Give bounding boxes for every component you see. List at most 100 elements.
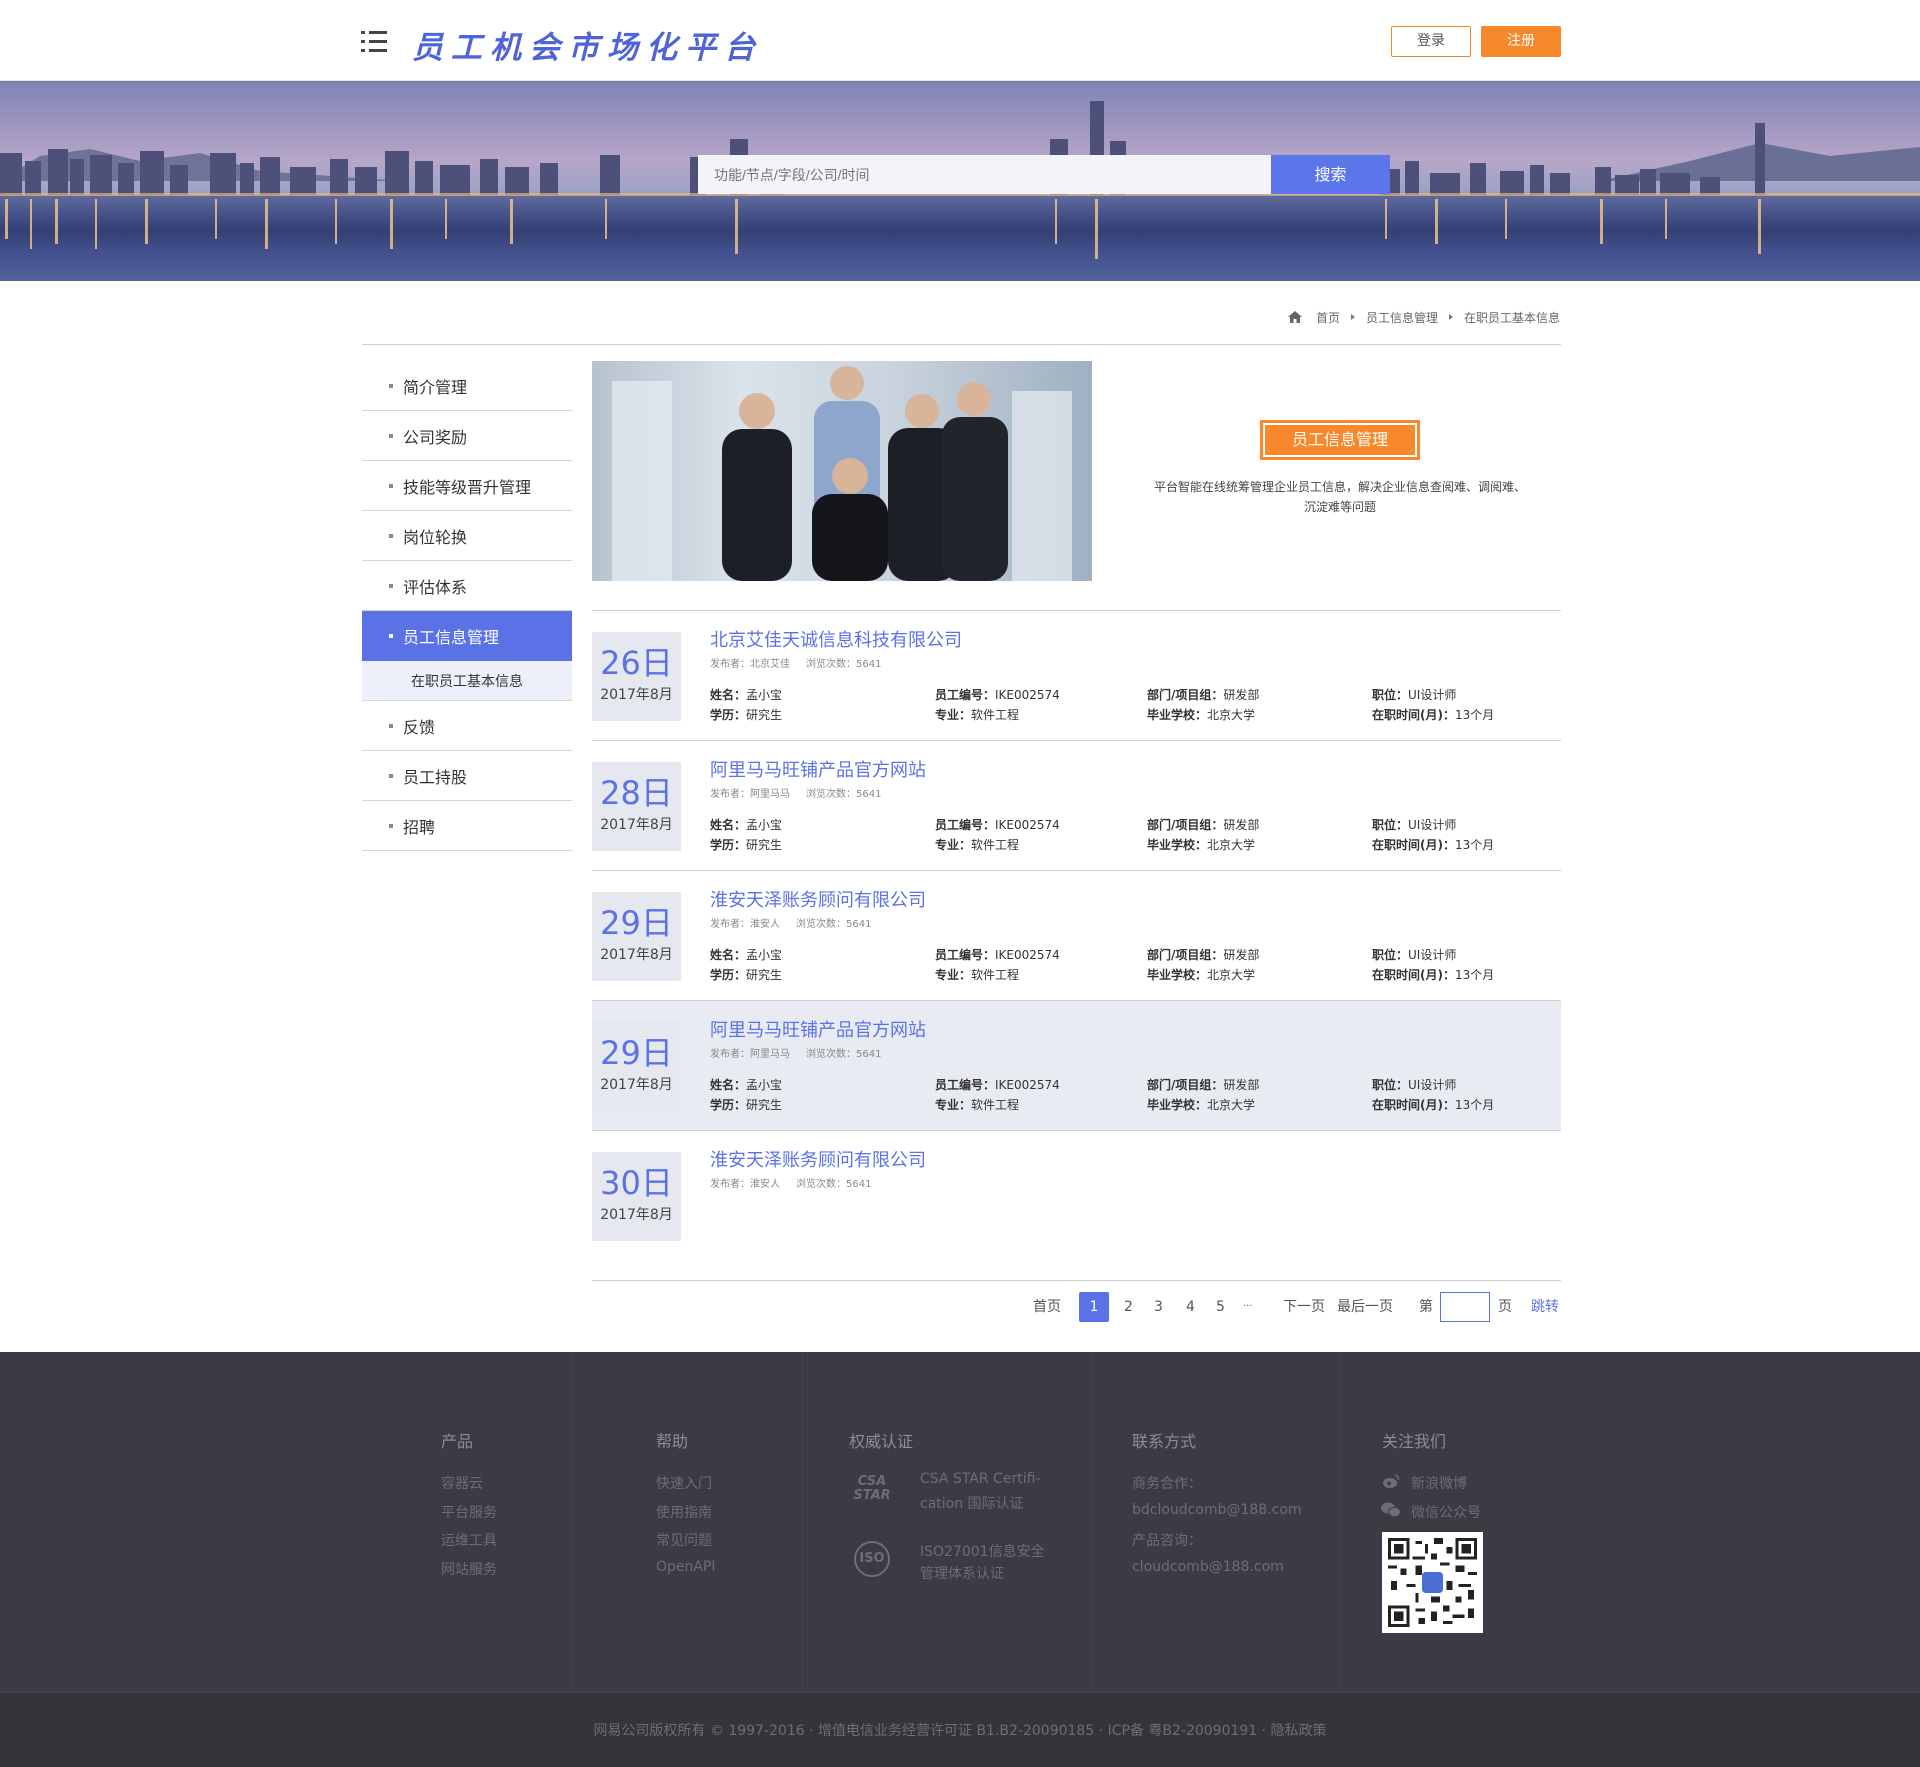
- field-label: 在职时间(月)：: [1372, 708, 1455, 722]
- employee-info-button[interactable]: 员工信息管理: [1260, 420, 1420, 460]
- sidebar-item-intro[interactable]: 简介管理: [362, 361, 572, 411]
- news-title[interactable]: 淮安天泽账务顾问有限公司: [710, 1146, 926, 1172]
- register-button[interactable]: 注册: [1481, 26, 1561, 57]
- footer-link[interactable]: 平台服务: [441, 1502, 497, 1522]
- page-number-input[interactable]: [1440, 1292, 1490, 1322]
- footer-link[interactable]: 常见问题: [656, 1530, 712, 1550]
- field-value: 北京大学: [1207, 1098, 1256, 1112]
- field-value: 研究生: [746, 708, 783, 722]
- bullet-icon: [389, 823, 393, 828]
- field-edu: 学历：研究生: [710, 1096, 782, 1113]
- page-next[interactable]: 下一页: [1283, 1292, 1325, 1322]
- field-label: 职位：: [1372, 688, 1409, 702]
- sidebar-item-recruit[interactable]: 招聘: [362, 801, 572, 851]
- field-dept: 部门/项目组：研发部: [1147, 816, 1259, 833]
- news-item[interactable]: 29日 2017年8月 淮安天泽账务顾问有限公司 发布者：淮安人 浏览次数：5641 姓名…: [592, 871, 1561, 1001]
- news-title[interactable]: 阿里马马旺铺产品官方网站: [710, 1016, 926, 1042]
- sidebar-item-shares[interactable]: 员工持股: [362, 751, 572, 801]
- bullet-icon: [389, 533, 393, 538]
- weibo-icon[interactable]: [1382, 1474, 1400, 1489]
- field-tenure: 在职时间(月)：13个月: [1372, 966, 1494, 983]
- field-value: 软件工程: [971, 968, 1020, 982]
- page-1[interactable]: 1: [1079, 1292, 1109, 1322]
- breadcrumb-employee-info[interactable]: 员工信息管理: [1366, 309, 1438, 326]
- field-value: 北京大学: [1207, 838, 1256, 852]
- field-dept: 部门/项目组：研发部: [1147, 1076, 1259, 1093]
- field-label: 部门/项目组：: [1147, 688, 1224, 702]
- field-id: 员工编号：IKE002574: [935, 946, 1060, 963]
- page-3[interactable]: 3: [1154, 1292, 1163, 1322]
- menu-icon[interactable]: [361, 29, 387, 55]
- field-value: 研究生: [746, 838, 783, 852]
- news-item[interactable]: 29日 2017年8月 阿里马马旺铺产品官方网站 发布者：阿里马马 浏览次数：5641 姓…: [592, 1001, 1561, 1131]
- news-item[interactable]: 28日 2017年8月 阿里马马旺铺产品官方网站 发布者：阿里马马 浏览次数：5641 姓…: [592, 741, 1561, 871]
- sidebar-subitem-current-employees[interactable]: 在职员工基本信息: [362, 661, 572, 701]
- search-input[interactable]: [698, 155, 1271, 194]
- field-value: 北京大学: [1207, 968, 1256, 982]
- field-major: 专业：软件工程: [935, 706, 1019, 723]
- search-button[interactable]: 搜索: [1271, 155, 1390, 194]
- wechat-icon[interactable]: [1381, 1502, 1401, 1518]
- bullet-icon: [389, 723, 393, 728]
- contact-email[interactable]: bdcloudcomb@188.com: [1132, 1502, 1302, 1518]
- field-tenure: 在职时间(月)：13个月: [1372, 836, 1494, 853]
- sidebar-item-employee-info[interactable]: 员工信息管理: [362, 611, 572, 661]
- news-publisher: 发布者：淮安人: [710, 919, 780, 930]
- bullet-icon: [389, 634, 393, 638]
- footer-link[interactable]: 网站服务: [441, 1559, 497, 1579]
- date-badge: 28日 2017年8月: [592, 762, 681, 851]
- field-name: 姓名：孟小宝: [710, 686, 782, 703]
- sidebar-item-evaluation[interactable]: 评估体系: [362, 561, 572, 611]
- page-5[interactable]: 5: [1216, 1292, 1225, 1322]
- footer-link[interactable]: 使用指南: [656, 1502, 712, 1522]
- field-edu: 学历：研究生: [710, 836, 782, 853]
- sidebar-item-rewards[interactable]: 公司奖励: [362, 411, 572, 461]
- iso-cert-line2: 管理体系认证: [920, 1566, 1004, 1582]
- page-2[interactable]: 2: [1124, 1292, 1133, 1322]
- field-post: 职位：UI设计师: [1372, 686, 1456, 703]
- news-item[interactable]: 30日 2017年8月 淮安天泽账务顾问有限公司 发布者：淮安人 浏览次数：5641: [592, 1131, 1561, 1281]
- sidebar-item-skill-promotion[interactable]: 技能等级晋升管理: [362, 461, 572, 511]
- footer-link[interactable]: OpenAPI: [656, 1559, 716, 1575]
- csa-cert-line1: CSA STAR Certifi-: [920, 1471, 1041, 1487]
- news-item[interactable]: 26日 2017年8月 北京艾佳天诚信息科技有限公司 发布者：北京艾佳 浏览次数：564…: [592, 611, 1561, 741]
- page-4[interactable]: 4: [1186, 1292, 1195, 1322]
- field-label: 在职时间(月)：: [1372, 1098, 1455, 1112]
- field-tenure: 在职时间(月)：13个月: [1372, 706, 1494, 723]
- footer-link[interactable]: 容器云: [441, 1473, 483, 1493]
- login-button[interactable]: 登录: [1391, 26, 1471, 57]
- breadcrumb-home[interactable]: 首页: [1316, 309, 1340, 326]
- sidebar-item-feedback[interactable]: 反馈: [362, 701, 572, 751]
- footer-link[interactable]: 快速入门: [656, 1473, 712, 1493]
- contact-email[interactable]: cloudcomb@188.com: [1132, 1559, 1284, 1575]
- weibo-link[interactable]: 新浪微博: [1411, 1473, 1467, 1493]
- news-title[interactable]: 淮安天泽账务顾问有限公司: [710, 886, 926, 912]
- breadcrumb-separator-icon: [1351, 314, 1356, 320]
- bullet-icon: [389, 433, 393, 438]
- page-ellipsis: ···: [1243, 1301, 1253, 1312]
- sidebar-item-rotation[interactable]: 岗位轮换: [362, 511, 572, 561]
- page-first[interactable]: 首页: [1033, 1292, 1061, 1322]
- field-label: 员工编号：: [935, 948, 996, 962]
- page-last[interactable]: 最后一页: [1337, 1292, 1393, 1322]
- field-value: 软件工程: [971, 708, 1020, 722]
- team-photo: [592, 361, 1092, 581]
- news-title[interactable]: 北京艾佳天诚信息科技有限公司: [710, 626, 962, 652]
- page-jump-button[interactable]: 跳转: [1531, 1292, 1559, 1322]
- field-value: 孟小宝: [746, 948, 783, 962]
- date-day: 26日: [600, 644, 673, 682]
- breadcrumb-current: 在职员工基本信息: [1464, 310, 1561, 325]
- date-badge: 30日 2017年8月: [592, 1152, 681, 1241]
- bullet-icon: [389, 483, 393, 488]
- footer-link[interactable]: 运维工具: [441, 1530, 497, 1550]
- news-views: 浏览次数：5641: [796, 919, 872, 930]
- sidebar-item-label: 岗位轮换: [403, 527, 468, 547]
- field-value: IKE002574: [995, 948, 1060, 962]
- field-label: 专业：: [935, 708, 972, 722]
- qr-code: [1382, 1532, 1483, 1633]
- home-icon[interactable]: [1288, 311, 1302, 323]
- wechat-link[interactable]: 微信公众号: [1411, 1502, 1481, 1522]
- news-title[interactable]: 阿里马马旺铺产品官方网站: [710, 756, 926, 782]
- footer-products-heading: 产品: [441, 1432, 474, 1451]
- field-label: 员工编号：: [935, 1078, 996, 1092]
